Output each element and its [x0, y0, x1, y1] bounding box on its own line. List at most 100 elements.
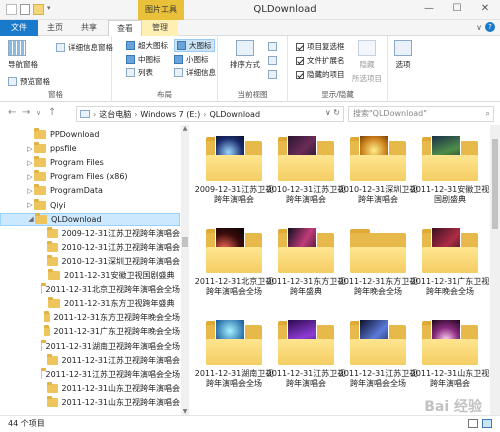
folder-tile[interactable]: 2011-12-31东方卫视跨年盛典	[267, 221, 345, 317]
refresh-icon[interactable]: ∨ ↻	[325, 108, 340, 117]
tree-scrollbar[interactable]: ▲ ▼	[181, 125, 189, 415]
content-scroll-thumb[interactable]	[492, 139, 498, 229]
tab-home[interactable]: 主页	[40, 20, 70, 36]
tree-item[interactable]: 2011-12-31山东卫视跨年演唱会	[0, 381, 180, 395]
options-icon	[394, 40, 412, 56]
folder-tile[interactable]: 2011-12-31东方卫视跨年晚会全场	[339, 221, 417, 317]
navigation-tree[interactable]: PPDownload ▷ ppsfile ▷ Program Files ▷ Program…	[0, 125, 190, 415]
address-row: ← → ∨ ↑ › 这台电脑 › Windows 7 (E:) › QLDown…	[0, 103, 500, 125]
tab-share[interactable]: 共享	[72, 20, 106, 36]
list-icon	[126, 68, 135, 77]
file-list[interactable]: 2009-12-31江苏卫视跨年演唱会 2010-12-31江苏卫视跨年演唱会 20…	[192, 125, 490, 415]
layout-large[interactable]: 大图标	[174, 39, 215, 52]
layout-small[interactable]: 小图标	[174, 54, 209, 65]
folder-tile[interactable]: 2011-12-31江苏卫视跨年演唱会	[267, 313, 345, 409]
folder-tile[interactable]: 2009-12-31江苏卫视跨年演唱会	[195, 129, 273, 225]
properties-icon[interactable]	[20, 4, 30, 15]
tree-item[interactable]: 2011-12-31安徽卫视国剧盛典	[0, 269, 180, 282]
breadcrumb-pc[interactable]: 这台电脑	[99, 109, 131, 120]
scroll-up-icon[interactable]: ▲	[181, 125, 189, 132]
tree-item[interactable]: 2011-12-31湖南卫视跨年演唱会全场	[0, 339, 180, 353]
folder-tile[interactable]: 2011-12-31北京卫视跨年演唱会全场	[195, 221, 273, 317]
details-pane-button[interactable]: 详细信息窗格	[56, 42, 113, 53]
preview-pane-icon	[8, 77, 17, 86]
tree-item[interactable]: 2011-12-31江苏卫视跨年演唱会	[0, 353, 180, 367]
folder-tile[interactable]: 2010-12-31江苏卫视跨年演唱会	[267, 129, 345, 225]
sort-by-button[interactable]: 排序方式	[230, 40, 260, 70]
current-view-group-label: 当前视图	[237, 90, 268, 99]
tree-item[interactable]: 2009-12-31江苏卫视跨年演唱会	[0, 226, 180, 240]
folder-tile[interactable]: 2011-12-31湖南卫视跨年演唱会全场	[195, 313, 273, 409]
folder-tile[interactable]: 2011-12-31山东卫视跨年演唱会	[411, 313, 489, 409]
scroll-thumb[interactable]	[182, 237, 188, 247]
tree-item[interactable]: 2010-12-31深圳卫视跨年演唱会	[0, 254, 180, 268]
qa-dropdown-icon[interactable]: ▾	[47, 4, 51, 15]
back-button[interactable]: ←	[8, 107, 16, 118]
tree-item-label: PPDownload	[50, 130, 100, 139]
tree-item-label: QLDownload	[51, 214, 102, 224]
tree-item[interactable]: 2011-12-31东方卫视跨年盛典	[0, 297, 180, 310]
content-scrollbar[interactable]	[490, 125, 500, 415]
tree-item[interactable]: ▷ Program Files (x86)	[0, 170, 180, 183]
folder-label: 2011-12-31广东卫视跨年晚会全场	[410, 277, 490, 296]
tree-item[interactable]: 2011-12-31广东卫视跨年晚会全场	[0, 325, 180, 338]
layout-extra-large[interactable]: 超大图标	[126, 40, 168, 51]
tree-item[interactable]: 2011-12-31山东卫视跨年演唱会	[0, 395, 180, 409]
search-icon[interactable]: ⌕	[486, 107, 490, 121]
tab-manage[interactable]: 管理	[142, 20, 178, 36]
preview-pane-button[interactable]: 预览窗格	[8, 76, 50, 87]
options-button[interactable]: 选项	[394, 40, 412, 70]
large-icons-view-icon[interactable]	[482, 419, 492, 428]
search-box[interactable]: 搜索"QLDownload" ⌕	[348, 106, 494, 122]
tree-item[interactable]: ▷ ppsfile	[0, 142, 180, 155]
tree-item[interactable]: 2011-12-31东方卫视跨年晚会全场	[0, 311, 180, 324]
details-view-icon[interactable]	[468, 419, 478, 428]
new-folder-icon[interactable]	[33, 4, 44, 15]
add-columns-icon[interactable]	[268, 56, 277, 65]
expand-arrow-icon[interactable]: ▷	[26, 173, 34, 181]
hidden-items-toggle[interactable]: 隐藏的项目	[296, 69, 345, 80]
breadcrumb-drive[interactable]: Windows 7 (E:)	[140, 110, 200, 119]
nav-pane-button[interactable]: 导航窗格	[8, 40, 38, 70]
tree-item-label: Program Files (x86)	[50, 172, 128, 182]
tree-item[interactable]: ▷ Qiyi	[0, 198, 180, 212]
tree-item[interactable]: ▷ Program Files	[0, 156, 180, 169]
collapse-ribbon-icon[interactable]: ∨	[476, 23, 482, 32]
group-by-icon[interactable]	[268, 42, 277, 51]
file-extensions-toggle[interactable]: 文件扩展名	[296, 55, 345, 66]
tree-item[interactable]: ▷ ProgramData	[0, 184, 180, 197]
folder-tile[interactable]: 2011-12-31广东卫视跨年晚会全场	[411, 221, 489, 317]
expand-arrow-icon[interactable]: ▷	[26, 159, 34, 167]
folder-tile[interactable]: 2010-12-31深圳卫视跨年演唱会	[339, 129, 417, 225]
expand-arrow-icon[interactable]: ◢	[27, 215, 35, 223]
tree-item[interactable]: PPDownload	[0, 128, 180, 141]
layout-group-label: 布局	[157, 90, 172, 99]
forward-button[interactable]: →	[22, 107, 30, 118]
item-checkboxes-toggle[interactable]: 项目复选框	[296, 41, 345, 52]
expand-arrow-icon[interactable]: ▷	[26, 145, 34, 153]
tab-view[interactable]: 查看	[108, 20, 142, 36]
tab-file[interactable]: 文件	[0, 20, 38, 36]
tree-item[interactable]: 2011-12-31北京卫视跨年演唱会全场	[0, 283, 180, 296]
minimize-button[interactable]: —	[422, 3, 436, 14]
address-bar[interactable]: › 这台电脑 › Windows 7 (E:) › QLDownload ∨ ↻	[76, 106, 344, 122]
scroll-down-icon[interactable]: ▼	[181, 408, 189, 415]
tree-item[interactable]: 2010-12-31江苏卫视跨年演唱会	[0, 240, 180, 254]
recent-locations-icon[interactable]: ∨	[36, 109, 41, 117]
expand-arrow-icon[interactable]: ▷	[26, 187, 34, 195]
maximize-button[interactable]: ☐	[450, 3, 464, 14]
hide-selected-button[interactable]: 隐藏 所选项目	[352, 40, 382, 84]
tree-item[interactable]: ◢ QLDownload	[0, 212, 180, 226]
layout-medium[interactable]: 中图标	[126, 54, 161, 65]
folder-tile[interactable]: 2011-12-31安徽卫视国剧盛典	[411, 129, 489, 225]
tree-item[interactable]: 2011-12-31江苏卫视跨年演唱会全场	[0, 367, 180, 381]
layout-details[interactable]: 详细信息	[174, 67, 216, 78]
up-button[interactable]: ↑	[48, 107, 56, 118]
close-button[interactable]: ✕	[478, 3, 492, 14]
help-icon[interactable]: ?	[485, 22, 495, 32]
expand-arrow-icon[interactable]: ▷	[26, 201, 34, 209]
folder-tile[interactable]: 2011-12-31江苏卫视跨年演唱会全场	[339, 313, 417, 409]
layout-list[interactable]: 列表	[126, 67, 153, 78]
breadcrumb-folder[interactable]: QLDownload	[210, 110, 261, 119]
size-columns-icon[interactable]	[268, 70, 277, 79]
